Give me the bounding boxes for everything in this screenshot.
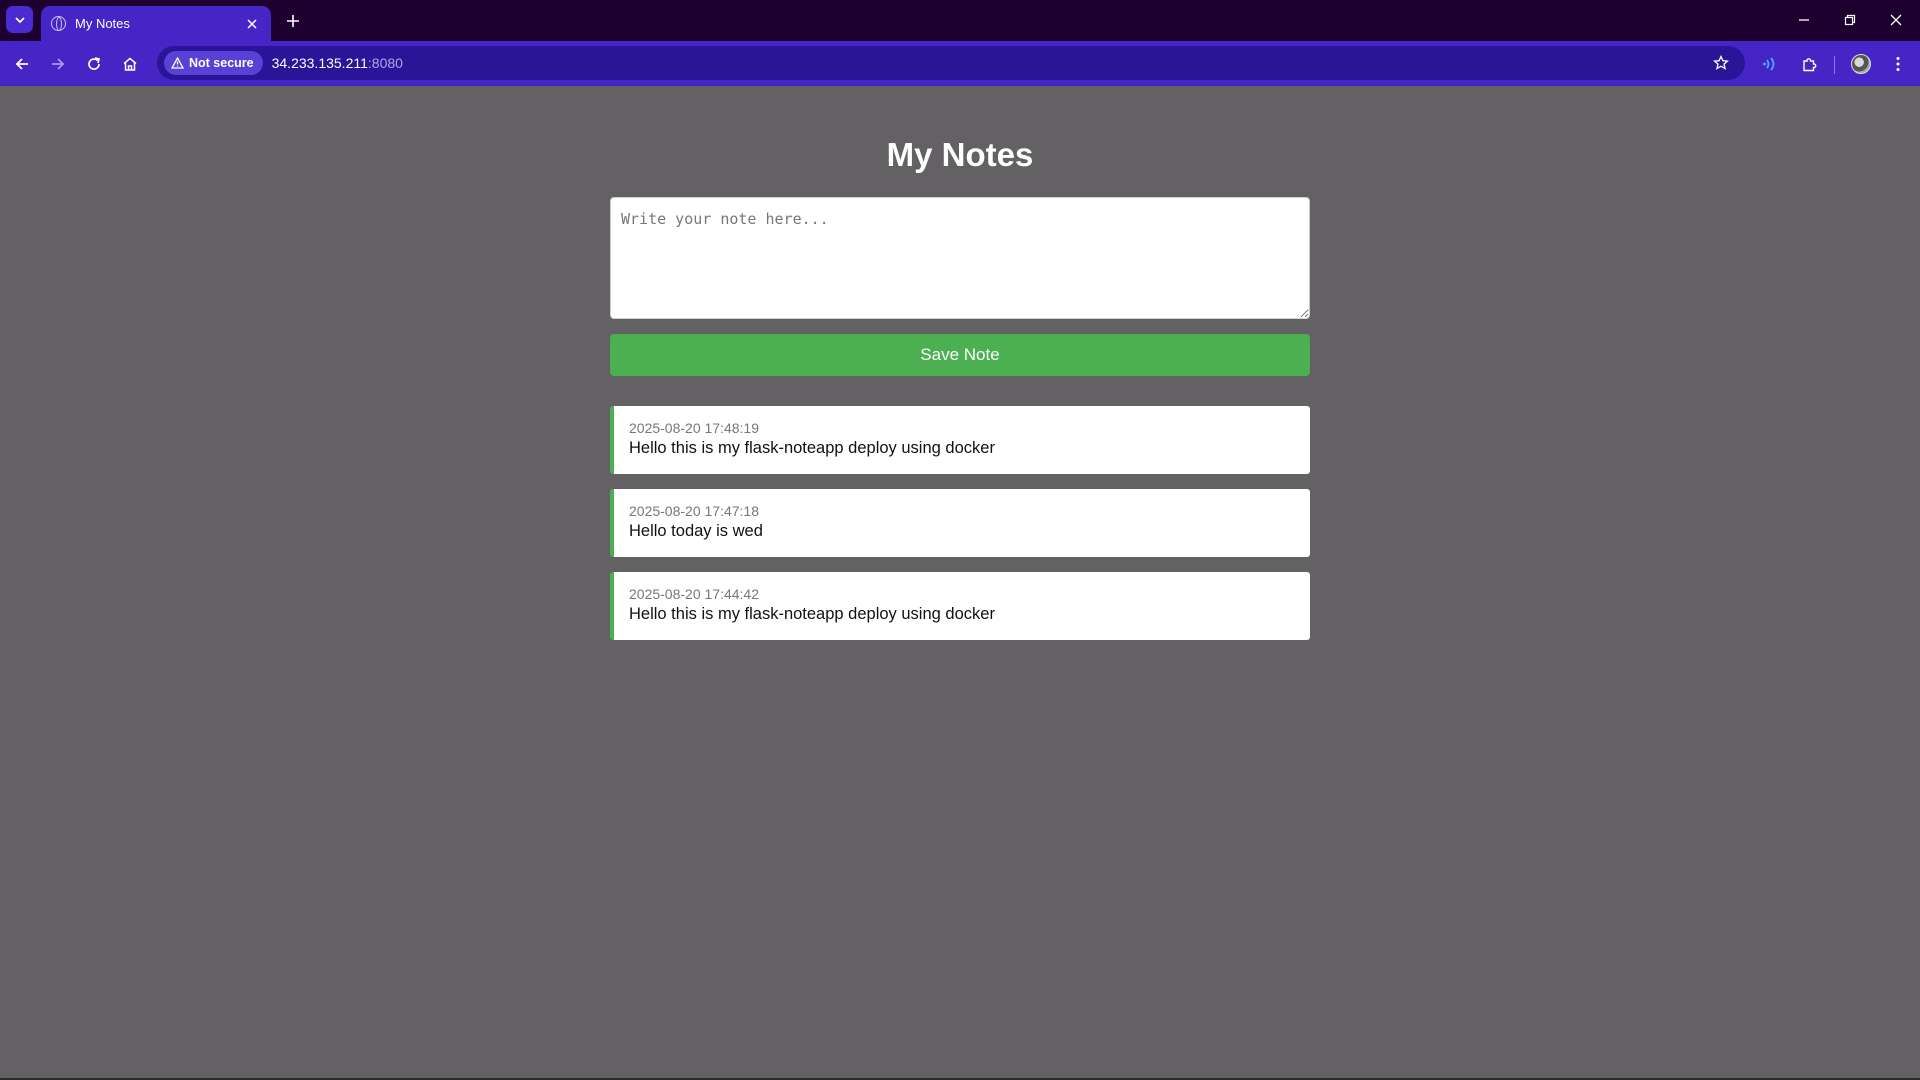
note-item: 2025-08-20 17:48:19 Hello this is my fla… — [610, 406, 1310, 474]
security-chip[interactable]: Not secure — [164, 51, 263, 75]
new-tab-button[interactable] — [281, 9, 305, 33]
browser-menu-button[interactable] — [1883, 49, 1913, 79]
security-label: Not secure — [189, 56, 254, 70]
arrow-left-icon — [15, 58, 28, 70]
puzzle-icon — [1802, 57, 1816, 71]
url-port: :8080 — [367, 55, 403, 71]
kebab-menu-icon — [1896, 57, 1900, 71]
note-timestamp: 2025-08-20 17:48:19 — [629, 420, 759, 436]
home-button[interactable] — [115, 49, 145, 79]
notes-list: 2025-08-20 17:48:19 Hello this is my fla… — [610, 406, 1310, 655]
chevron-down-icon — [14, 16, 25, 23]
back-button[interactable] — [7, 49, 37, 79]
restore-icon — [1844, 14, 1856, 26]
note-timestamp: 2025-08-20 17:47:18 — [629, 503, 759, 519]
forward-button[interactable] — [43, 49, 73, 79]
tab-strip: My Notes — [0, 0, 1920, 41]
note-timestamp: 2025-08-20 17:44:42 — [629, 586, 759, 602]
tab-search-button[interactable] — [6, 6, 33, 33]
note-text: Hello today is wed — [629, 522, 763, 540]
reload-button[interactable] — [79, 49, 109, 79]
close-icon — [247, 18, 257, 29]
toolbar-divider — [1834, 56, 1835, 74]
browser-toolbar: Not secure 34.233.135.211:8080 — [0, 41, 1920, 86]
url-host: 34.233.135.211 — [271, 55, 368, 71]
close-window-button[interactable] — [1879, 6, 1913, 34]
home-icon — [123, 57, 137, 71]
tab-my-notes[interactable]: My Notes — [41, 6, 271, 41]
save-note-button[interactable]: Save Note — [610, 334, 1310, 376]
note-item: 2025-08-20 17:47:18 Hello today is wed — [610, 489, 1310, 557]
arrow-right-icon — [52, 58, 65, 70]
tab-title: My Notes — [75, 16, 130, 31]
address-bar[interactable]: Not secure 34.233.135.211:8080 — [157, 46, 1745, 80]
globe-icon — [51, 16, 66, 31]
avatar-icon — [1851, 54, 1871, 74]
close-icon — [1890, 14, 1902, 26]
note-text: Hello this is my flask-noteapp deploy us… — [629, 605, 995, 623]
minimize-icon — [1799, 19, 1809, 21]
note-text: Hello this is my flask-noteapp deploy us… — [629, 439, 995, 457]
minimize-button[interactable] — [1787, 6, 1821, 34]
media-button[interactable] — [1756, 49, 1786, 79]
reload-icon — [88, 57, 101, 70]
extensions-button[interactable] — [1794, 49, 1824, 79]
star-icon — [1713, 55, 1729, 70]
page-title: My Notes — [886, 136, 1034, 173]
restore-button[interactable] — [1833, 6, 1867, 34]
page-content: My Notes Save Note 2025-08-20 17:48:19 H… — [0, 86, 1920, 1080]
bookmark-button[interactable] — [1711, 53, 1731, 73]
note-input[interactable] — [610, 197, 1310, 319]
wifi-icon — [1763, 57, 1775, 71]
warning-icon — [171, 57, 184, 69]
note-item: 2025-08-20 17:44:42 Hello this is my fla… — [610, 572, 1310, 640]
close-tab-button[interactable] — [243, 15, 261, 33]
profile-button[interactable] — [1846, 49, 1876, 79]
plus-icon — [287, 15, 299, 27]
